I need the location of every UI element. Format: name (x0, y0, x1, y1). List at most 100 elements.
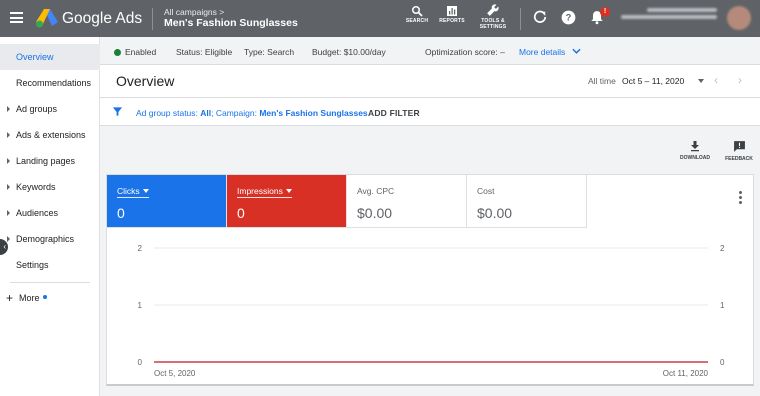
sidebar-item-label: Overview (16, 52, 54, 62)
help-icon[interactable]: ? (561, 10, 576, 25)
enabled-label: Enabled (125, 47, 157, 57)
status-value: Eligible (204, 47, 233, 57)
y-tick-label-left: 2 (138, 244, 143, 253)
eligibility-status: Status: Eligible (176, 47, 232, 57)
x-tick-label: Oct 5, 2020 (154, 369, 196, 378)
sidebar-item-recommendations[interactable]: Recommendations (0, 70, 100, 96)
sidebar-more-button[interactable]: + More (6, 291, 47, 305)
enabled-status[interactable]: Enabled (114, 47, 156, 57)
sidebar-more-label: More (19, 293, 40, 303)
search-icon (412, 6, 423, 17)
account-id-blurred (647, 8, 717, 12)
type-value: Search (267, 47, 295, 57)
feedback-button[interactable]: FEEDBACK (722, 140, 756, 162)
page-title: Overview (116, 73, 175, 89)
opt-label: Optimization score: (425, 47, 498, 57)
budget-label: Budget: (312, 47, 342, 57)
metric-value: 0 (237, 205, 245, 221)
download-button[interactable]: DOWNLOAD (678, 140, 712, 161)
filter-bar: Ad group status: All; Campaign: Men's Fa… (100, 98, 760, 126)
active-filters[interactable]: Ad group status: All; Campaign: Men's Fa… (136, 108, 368, 118)
metric-label: Avg. CPC (357, 186, 395, 196)
filter-icon[interactable] (112, 106, 123, 117)
sidebar-item-landing-pages[interactable]: Landing pages (0, 148, 100, 174)
metric-clicks[interactable]: Clicks 0 (107, 175, 227, 228)
date-range-label: All time (588, 76, 616, 86)
metric-value: $0.00 (357, 205, 393, 221)
enabled-dot-icon (114, 49, 121, 56)
sidebar-item-ad-groups[interactable]: Ad groups (0, 96, 100, 122)
sidebar-item-ads-extensions[interactable]: Ads & extensions (0, 122, 100, 148)
sidebar-item-keywords[interactable]: Keywords (0, 174, 100, 200)
metric-label: Clicks (117, 186, 140, 196)
campaign-type: Type: Search (244, 47, 294, 57)
breadcrumb-arrow: > (219, 7, 225, 17)
sidebar-item-label: Recommendations (16, 78, 92, 88)
more-details-label: More details (519, 47, 566, 57)
sidebar-item-label: Demographics (16, 234, 75, 244)
expand-arrow-icon (7, 236, 10, 242)
sidebar-item-label: Ad groups (16, 104, 58, 114)
metric-impressions-selector[interactable]: Impressions (237, 186, 292, 198)
date-range-selector[interactable]: Oct 5 – 11, 2020 (622, 76, 684, 86)
metric-cost[interactable]: Cost $0.00 (467, 175, 587, 228)
more-details-link[interactable]: More details (519, 47, 581, 57)
download-icon (691, 141, 699, 152)
status-label: Status: (176, 47, 203, 57)
breadcrumb[interactable]: All campaigns > (164, 7, 224, 17)
sidebar-item-settings[interactable]: Settings (0, 252, 100, 278)
campaign-name[interactable]: Men's Fashion Sunglasses (164, 17, 298, 29)
sidebar-item-demographics[interactable]: Demographics (0, 226, 100, 252)
budget-value: $10.00/day (343, 47, 386, 57)
sidebar-item-label: Landing pages (16, 156, 76, 166)
y-tick-label-right: 0 (720, 358, 725, 367)
top-bar: Google Ads All campaigns > Men's Fashion… (0, 0, 760, 37)
metric-avg-cpc[interactable]: Avg. CPC $0.00 (347, 175, 467, 228)
expand-arrow-icon (7, 184, 10, 190)
performance-chart-card: Clicks 0 Impressions 0 Avg. CPC $0.00 Co… (106, 174, 754, 386)
refresh-icon[interactable] (533, 10, 547, 24)
filter-campaign-label: ; Campaign: (211, 108, 260, 118)
tools-settings-button[interactable]: TOOLS & SETTINGS (476, 3, 510, 30)
y-tick-label-right: 1 (720, 301, 725, 310)
metric-clicks-selector[interactable]: Clicks (117, 186, 149, 198)
sidebar-item-label: Ads & extensions (16, 130, 86, 140)
sidebar-item-overview[interactable]: Overview (0, 44, 100, 70)
sidebar-item-label: Audiences (16, 208, 59, 218)
sidebar: Overview Recommendations Ad groups Ads &… (0, 37, 100, 396)
notification-badge: ! (600, 7, 610, 17)
metric-impressions[interactable]: Impressions 0 (227, 175, 347, 228)
metric-value: 0 (117, 205, 125, 221)
type-label: Type: (244, 47, 265, 57)
account-info[interactable] (617, 8, 717, 22)
divider (152, 8, 153, 30)
next-period-icon[interactable]: › (738, 73, 742, 87)
plus-icon: + (6, 291, 14, 305)
date-dropdown-icon[interactable] (698, 79, 704, 83)
filter-status-label: Ad group status: (136, 108, 201, 118)
reports-tool-label: REPORTS (439, 18, 465, 24)
previous-period-icon[interactable]: ‹ (714, 73, 718, 87)
metric-value: $0.00 (477, 205, 513, 221)
expand-arrow-icon (7, 158, 10, 164)
menu-icon[interactable] (10, 12, 23, 23)
more-options-icon[interactable] (739, 191, 742, 206)
sidebar-item-label: Settings (16, 260, 49, 270)
search-tool-button[interactable]: SEARCH (404, 5, 430, 24)
sidebar-item-label: Keywords (16, 182, 56, 192)
svg-text:?: ? (566, 13, 572, 23)
expand-arrow-icon (7, 106, 10, 112)
breadcrumb-all-campaigns[interactable]: All campaigns (164, 7, 217, 17)
reports-tool-button[interactable]: REPORTS (438, 5, 466, 24)
budget: Budget: $10.00/day (312, 47, 386, 57)
dropdown-arrow-icon (142, 189, 149, 193)
account-email-blurred (621, 15, 717, 19)
add-filter-button[interactable]: ADD FILTER (368, 108, 420, 118)
feedback-icon (733, 141, 745, 152)
sidebar-item-audiences[interactable]: Audiences (0, 200, 100, 226)
tools-label-line2: SETTINGS (479, 24, 507, 30)
performance-line-chart: 0 1 2 0 1 2 Oct 5, 2020 Oct 11, 2020 (138, 244, 725, 378)
avatar[interactable] (727, 6, 751, 30)
search-tool-label: SEARCH (405, 18, 429, 24)
divider (520, 8, 521, 30)
